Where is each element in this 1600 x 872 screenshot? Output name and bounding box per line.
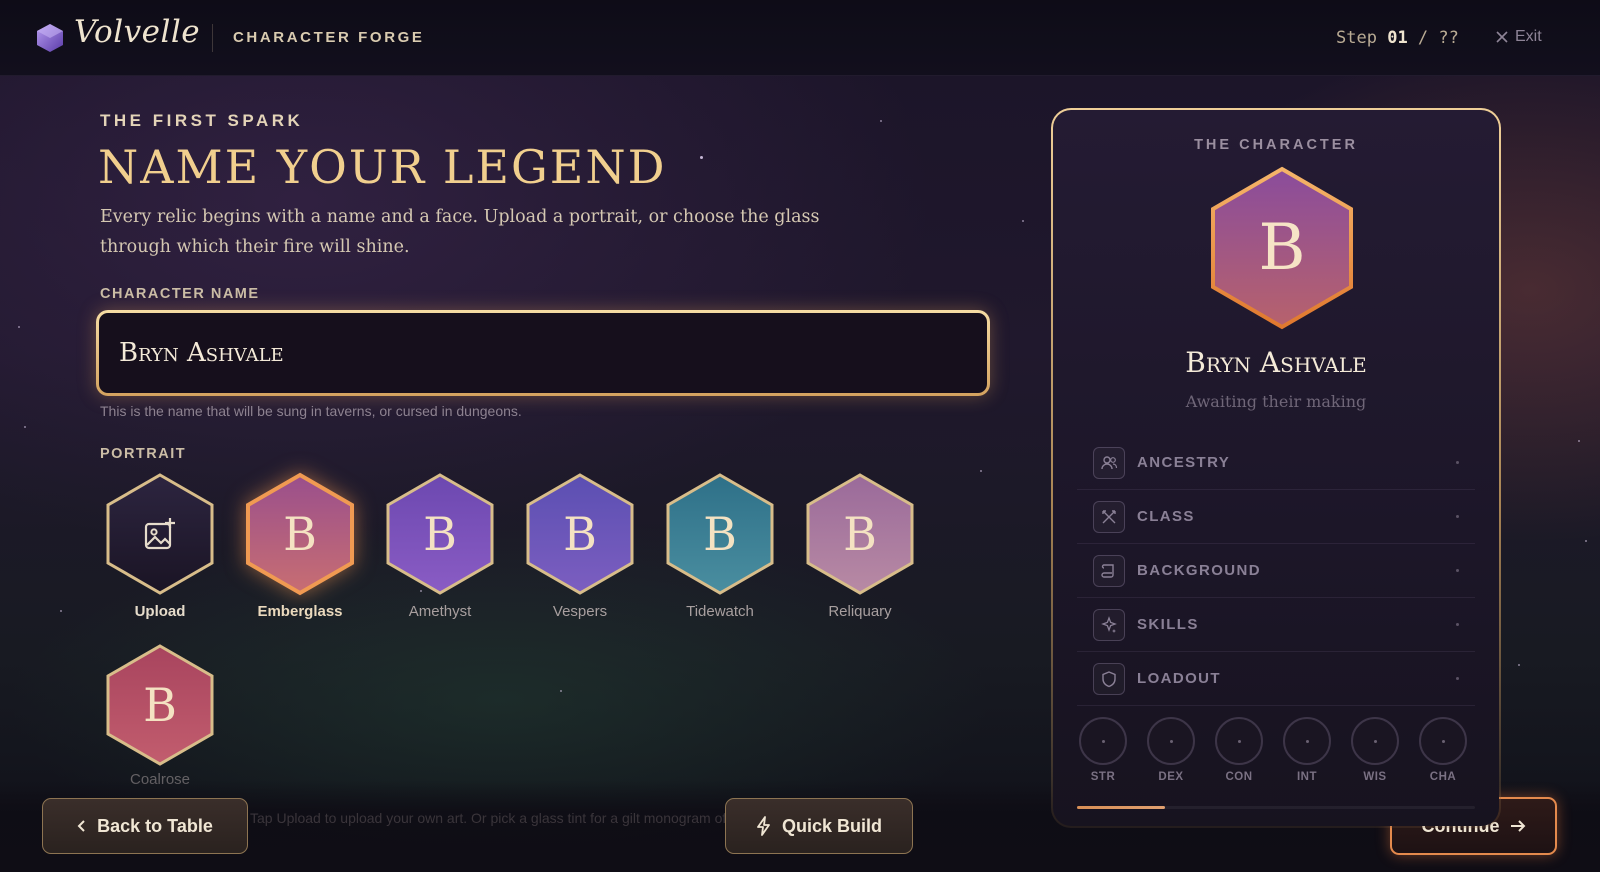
portrait-option-tidewatch[interactable]: B <box>665 472 775 596</box>
portrait-option-emberglass[interactable]: B <box>245 472 355 596</box>
stat-ring <box>1351 717 1399 765</box>
portrait-option-vespers[interactable]: B <box>525 472 635 596</box>
character-attributes-list: ANCESTRY CLASS BACKGROUND SKILLS LOADOUT <box>1077 436 1475 706</box>
portrait-letter: B <box>143 678 177 732</box>
chevron-left-icon <box>77 820 85 832</box>
attribute-empty-dot <box>1456 677 1459 680</box>
step-indicator: Step 01 / ?? <box>1336 28 1459 48</box>
attribute-empty-dot <box>1456 461 1459 464</box>
stat-ring <box>1283 717 1331 765</box>
portrait-option-label: Emberglass <box>257 603 343 620</box>
character-name-input[interactable] <box>99 313 987 393</box>
stat-cha[interactable]: CHA <box>1419 717 1467 783</box>
attribute-row-loadout[interactable]: LOADOUT <box>1077 652 1475 706</box>
portrait-upload-label: Upload <box>134 603 186 620</box>
card-portrait: B <box>1209 165 1355 331</box>
character-name-hint: This is the name that will be sung in ta… <box>100 403 522 419</box>
character-name-field-frame <box>96 310 990 396</box>
intro-eyebrow: THE FIRST SPARK <box>100 111 304 130</box>
portrait-label: PORTRAIT <box>100 446 187 462</box>
portrait-letter: B <box>423 507 457 561</box>
back-label: Back to Table <box>97 815 213 836</box>
stat-con[interactable]: CON <box>1215 717 1263 783</box>
close-icon <box>1496 31 1508 43</box>
section-title: CHARACTER FORGE <box>233 29 425 46</box>
exit-label: Exit <box>1515 28 1542 45</box>
stat-label: STR <box>1090 771 1116 783</box>
logo-gem-icon <box>37 24 63 52</box>
stat-int[interactable]: INT <box>1283 717 1331 783</box>
attribute-empty-dot <box>1456 623 1459 626</box>
stat-ring <box>1147 717 1195 765</box>
portrait-option-label: Tidewatch <box>686 603 754 620</box>
page-title: NAME YOUR LEGEND <box>98 140 667 194</box>
sparkle-icon <box>1093 608 1125 641</box>
attribute-row-skills[interactable]: SKILLS <box>1077 598 1475 652</box>
quick-build-label: Quick Build <box>781 815 882 836</box>
character-card: THE CHARACTER B Bryn Ashvale Awaiting th… <box>1051 108 1501 828</box>
attribute-label: ANCESTRY <box>1137 454 1231 471</box>
attribute-label: SKILLS <box>1137 616 1199 633</box>
stat-label: DEX <box>1158 771 1184 783</box>
stat-dex[interactable]: DEX <box>1147 717 1195 783</box>
step-separator: / <box>1407 28 1439 48</box>
brand-name: Volvelle <box>74 14 201 50</box>
stat-label: CHA <box>1429 771 1457 783</box>
build-progress-bar <box>1077 806 1475 809</box>
portrait-letter: B <box>563 507 597 561</box>
step-total: ?? <box>1438 28 1459 48</box>
stat-str[interactable]: STR <box>1079 717 1127 783</box>
top-bar: Volvelle CHARACTER FORGE Step 01 / ?? Ex… <box>0 0 1600 76</box>
portrait-option-coalrose[interactable]: B <box>105 643 215 767</box>
portrait-option-label: Amethyst <box>408 603 472 620</box>
scroll-icon <box>1093 554 1125 587</box>
attribute-row-ancestry[interactable]: ANCESTRY <box>1077 436 1475 490</box>
character-name-label: CHARACTER NAME <box>100 286 260 302</box>
stat-ring <box>1079 717 1127 765</box>
header-divider <box>212 24 213 52</box>
intro-description: Every relic begins with a name and a fac… <box>100 207 820 257</box>
stat-label: CON <box>1225 771 1253 783</box>
attribute-label: LOADOUT <box>1137 670 1221 687</box>
attribute-label: CLASS <box>1137 508 1195 525</box>
stat-label: WIS <box>1363 771 1387 783</box>
portrait-option-label: Vespers <box>552 603 608 620</box>
portrait-letter: B <box>703 507 737 561</box>
character-card-body: THE CHARACTER B Bryn Ashvale Awaiting th… <box>1053 110 1499 826</box>
ability-scores: STR DEX CON INT WIS CHA <box>1079 717 1479 791</box>
attribute-row-class[interactable]: CLASS <box>1077 490 1475 544</box>
attribute-label: BACKGROUND <box>1137 562 1261 579</box>
card-character-name: Bryn Ashvale <box>1185 346 1367 379</box>
shield-icon <box>1093 662 1125 695</box>
stat-ring <box>1215 717 1263 765</box>
stat-ring <box>1419 717 1467 765</box>
attribute-empty-dot <box>1456 569 1459 572</box>
card-subtitle: Awaiting their making <box>1185 392 1367 411</box>
back-to-table-button[interactable]: Back to Table <box>42 798 248 854</box>
quick-build-button[interactable]: Quick Build <box>725 798 913 854</box>
step-current: 01 <box>1387 28 1408 48</box>
portrait-letter: B <box>843 507 877 561</box>
stat-label: INT <box>1296 771 1318 783</box>
stat-wis[interactable]: WIS <box>1351 717 1399 783</box>
image-plus-icon <box>144 518 175 550</box>
card-portrait-letter: B <box>1258 211 1306 285</box>
attribute-empty-dot <box>1456 515 1459 518</box>
build-progress-fill <box>1077 806 1165 809</box>
lightning-icon <box>757 816 770 836</box>
portrait-option-label: Reliquary <box>828 603 892 620</box>
crossed-swords-icon <box>1093 500 1125 533</box>
portrait-option-reliquary[interactable]: B <box>805 472 915 596</box>
portrait-option-amethyst[interactable]: B <box>385 472 495 596</box>
exit-button[interactable]: Exit <box>1496 28 1542 46</box>
portrait-letter: B <box>283 507 317 561</box>
step-label: Step <box>1336 28 1377 48</box>
attribute-row-background[interactable]: BACKGROUND <box>1077 544 1475 598</box>
people-icon <box>1093 446 1125 479</box>
portrait-upload-button[interactable] <box>105 472 215 596</box>
card-eyebrow: THE CHARACTER <box>1194 137 1358 153</box>
arrow-right-icon <box>1510 820 1525 832</box>
portrait-ghost-hint: Tap Upload to upload your own art. Or pi… <box>250 810 798 826</box>
